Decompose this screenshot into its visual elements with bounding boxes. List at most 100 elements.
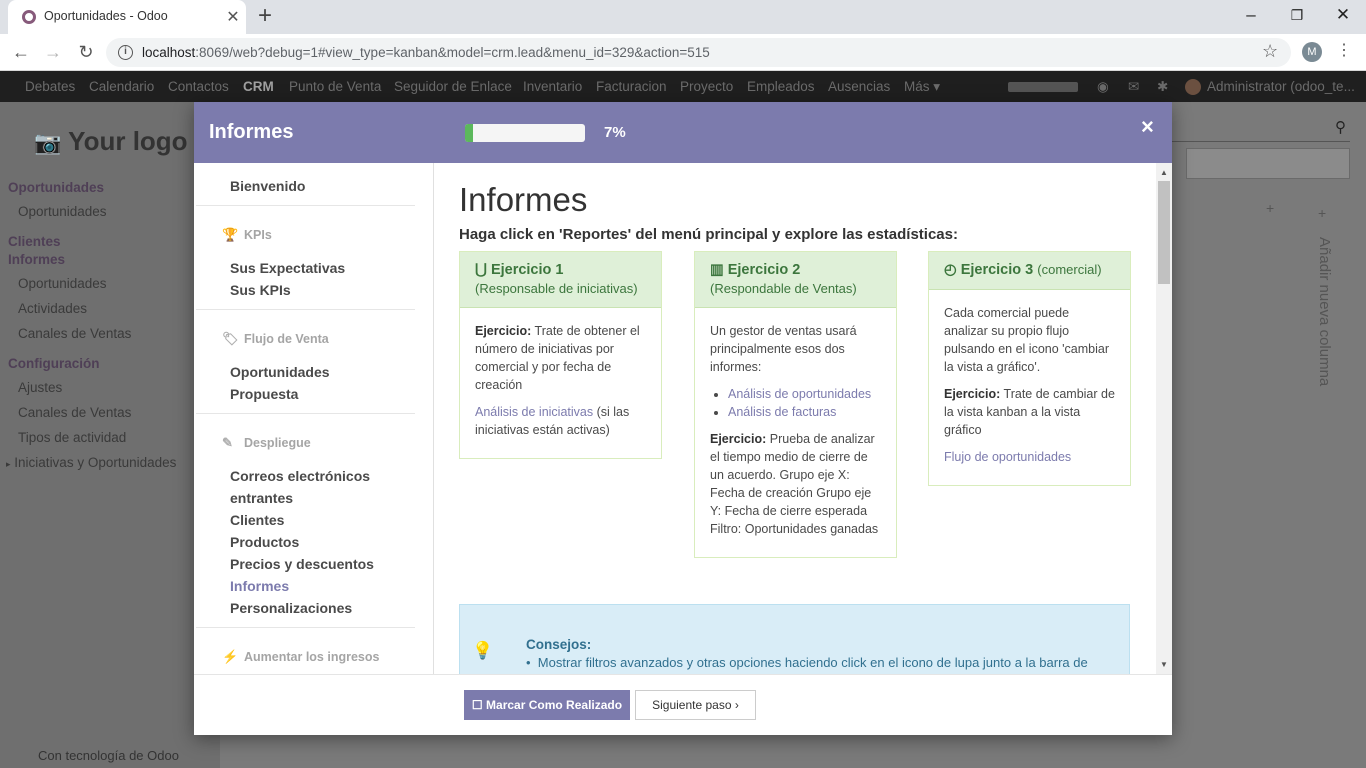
card-title: ◴ Ejercicio 3 (comercial) — [944, 262, 1120, 278]
close-icon[interactable]: × — [1141, 114, 1154, 140]
nav-section-flujo: 🏷 Flujo de Venta — [222, 331, 329, 347]
menu-mas[interactable]: Más ▾ — [904, 79, 940, 95]
history-icon: ◴ — [944, 262, 957, 278]
nav-clientes[interactable]: Clientes — [230, 512, 284, 528]
sidebar-item-tipos-actividad[interactable]: Tipos de actividad — [18, 430, 126, 445]
card-body: Cada comercial puede analizar su propio … — [929, 290, 1130, 485]
card-title: ⋃ Ejercicio 1 — [475, 262, 651, 278]
content-scrollbar[interactable]: ▲ ▼ — [1156, 163, 1172, 674]
bug-icon[interactable]: ✱ — [1157, 79, 1168, 95]
activities-icon[interactable]: ✉ — [1128, 79, 1139, 95]
browser-menu-icon[interactable]: ⋮ — [1336, 40, 1352, 60]
profile-avatar[interactable]: M — [1302, 42, 1322, 62]
nav-precios[interactable]: Precios y descuentos — [230, 556, 374, 572]
nav-bienvenido[interactable]: Bienvenido — [230, 178, 305, 194]
exercise-paragraph: Ejercicio: Trate de obtener el número de… — [475, 322, 647, 394]
menu-empleados[interactable]: Empleados — [747, 79, 815, 94]
restore-icon[interactable]: ❐ — [1282, 7, 1312, 24]
sidebar-item-ajustes[interactable]: Ajustes — [18, 380, 62, 395]
search-bar[interactable]: ⚲ — [1172, 114, 1350, 142]
intro-paragraph: Un gestor de ventas usará principalmente… — [710, 324, 857, 374]
link-analisis-iniciativas[interactable]: Análisis de iniciativas — [475, 405, 593, 419]
sidebar-item-informes-oportunidades[interactable]: Oportunidades — [18, 276, 107, 291]
sidebar-item-config-canales[interactable]: Canales de Ventas — [18, 405, 131, 420]
scroll-up-icon[interactable]: ▲ — [1160, 168, 1168, 177]
link-analisis-facturas[interactable]: Análisis de facturas — [728, 405, 836, 419]
sidebar-item-iniciativas-label: Iniciativas y Oportunidades — [14, 455, 177, 470]
window-close-icon[interactable]: ✕ — [1328, 5, 1358, 25]
address-bar[interactable]: i localhost:8069/web?debug=1#view_type=k… — [106, 38, 1291, 67]
menu-contactos[interactable]: Contactos — [168, 79, 229, 94]
exercise-paragraph: Ejercicio: Prueba de analizar el tiempo … — [710, 430, 882, 538]
link-paragraph: Flujo de oportunidades — [944, 448, 1116, 466]
view-switcher[interactable] — [1186, 148, 1350, 179]
sidebar-item-oportunidades[interactable]: Oportunidades — [18, 204, 107, 219]
nav-propuesta[interactable]: Propuesta — [230, 386, 298, 402]
nav-informes[interactable]: Informes — [230, 578, 289, 594]
exercise-label: Ejercicio: — [944, 387, 1001, 401]
sidebar-head-oportunidades[interactable]: Oportunidades — [8, 180, 104, 195]
exercise-card-3: ◴ Ejercicio 3 (comercial) Cada comercial… — [928, 251, 1131, 486]
quick-add-icon[interactable]: + — [1266, 200, 1274, 216]
mark-done-button[interactable]: ☐ Marcar Como Realizado — [464, 690, 630, 720]
link-analisis-oportunidades[interactable]: Análisis de oportunidades — [728, 387, 871, 401]
sidebar-head-informes[interactable]: Informes — [8, 252, 65, 267]
info-icon[interactable]: i — [118, 45, 133, 60]
nav-correos[interactable]: Correos electrónicos — [230, 468, 370, 484]
sidebar-item-canales-ventas[interactable]: Canales de Ventas — [18, 326, 131, 341]
menu-punto-de-venta[interactable]: Punto de Venta — [289, 79, 381, 94]
menu-calendario[interactable]: Calendario — [89, 79, 154, 94]
magnet-icon: ⋃ — [475, 262, 487, 278]
minimize-icon[interactable]: – — [1236, 5, 1266, 25]
new-tab-icon[interactable]: + — [258, 3, 272, 29]
scroll-down-icon[interactable]: ▼ — [1160, 660, 1168, 669]
add-column-label[interactable]: Añadir nueva columna — [1316, 237, 1333, 386]
reload-icon[interactable]: ↻ — [73, 40, 99, 64]
menu-seguidor-de-enlace[interactable]: Seguidor de Enlace — [394, 79, 512, 94]
search-icon[interactable]: ⚲ — [1335, 118, 1346, 136]
nav-personalizaciones[interactable]: Personalizaciones — [230, 600, 352, 616]
menu-proyecto[interactable]: Proyecto — [680, 79, 733, 94]
menu-debates[interactable]: Debates — [25, 79, 75, 94]
url-rest: :8069/web?debug=1#view_type=kanban&model… — [195, 45, 710, 60]
next-step-button[interactable]: Siguiente paso › — [635, 690, 756, 720]
link-flujo-oportunidades[interactable]: Flujo de oportunidades — [944, 450, 1071, 464]
scroll-thumb[interactable] — [1158, 181, 1170, 284]
sidebar-item-actividades[interactable]: Actividades — [18, 301, 87, 316]
content-subheading: Haga click en 'Reportes' del menú princi… — [459, 226, 958, 243]
trophy-icon: 🏆 — [222, 227, 239, 242]
card-header: ⋃ Ejercicio 1 (Responsable de iniciativa… — [460, 252, 661, 308]
powered-by[interactable]: Con tecnología de Odoo — [38, 748, 179, 763]
card-subtitle: (Respondable de Ventas) — [710, 281, 857, 296]
nav-sus-kpis[interactable]: Sus KPIs — [230, 282, 291, 298]
browser-tabbar: Oportunidades - Odoo ✕ + – ❐ ✕ — [0, 0, 1366, 34]
exercise-card-1: ⋃ Ejercicio 1 (Responsable de iniciativa… — [459, 251, 662, 459]
bookmark-star-icon[interactable]: ☆ — [1262, 41, 1278, 62]
nav-productos[interactable]: Productos — [230, 534, 299, 550]
modal-header: Informes 7% × — [194, 102, 1172, 163]
url-text[interactable]: localhost:8069/web?debug=1#view_type=kan… — [142, 45, 710, 60]
add-column-icon[interactable]: + — [1318, 205, 1326, 221]
forward-icon[interactable]: → — [40, 40, 66, 64]
bolt-icon: ⚡ — [222, 649, 239, 664]
user-avatar[interactable] — [1185, 79, 1201, 95]
tab-close-icon[interactable]: ✕ — [224, 7, 242, 27]
tips-box: 💡 Consejos: • Mostrar filtros avanzados … — [459, 604, 1130, 674]
nav-correos-entrantes[interactable]: entrantes — [230, 490, 293, 506]
messages-icon[interactable]: ◉ — [1097, 79, 1109, 95]
card-title-text: Ejercicio 1 — [490, 262, 564, 278]
sidebar-head-configuracion[interactable]: Configuración — [8, 356, 100, 371]
menu-facturacion[interactable]: Facturacion — [596, 79, 667, 94]
menu-ausencias[interactable]: Ausencias — [828, 79, 890, 94]
menu-inventario[interactable]: Inventario — [523, 79, 582, 94]
browser-tab[interactable]: Oportunidades - Odoo ✕ — [8, 0, 246, 34]
exercise-label: Ejercicio: — [710, 432, 767, 446]
sidebar-item-iniciativas[interactable]: ▸ Iniciativas y Oportunidades — [6, 455, 176, 470]
nav-oportunidades[interactable]: Oportunidades — [230, 364, 330, 380]
user-menu[interactable]: Administrator (odoo_te... — [1207, 79, 1355, 94]
menu-crm[interactable]: CRM — [243, 79, 274, 94]
nav-sus-expectativas[interactable]: Sus Expectativas — [230, 260, 345, 276]
divider — [196, 205, 415, 206]
back-icon[interactable]: ← — [8, 40, 34, 64]
sidebar-head-clientes[interactable]: Clientes — [8, 234, 61, 249]
